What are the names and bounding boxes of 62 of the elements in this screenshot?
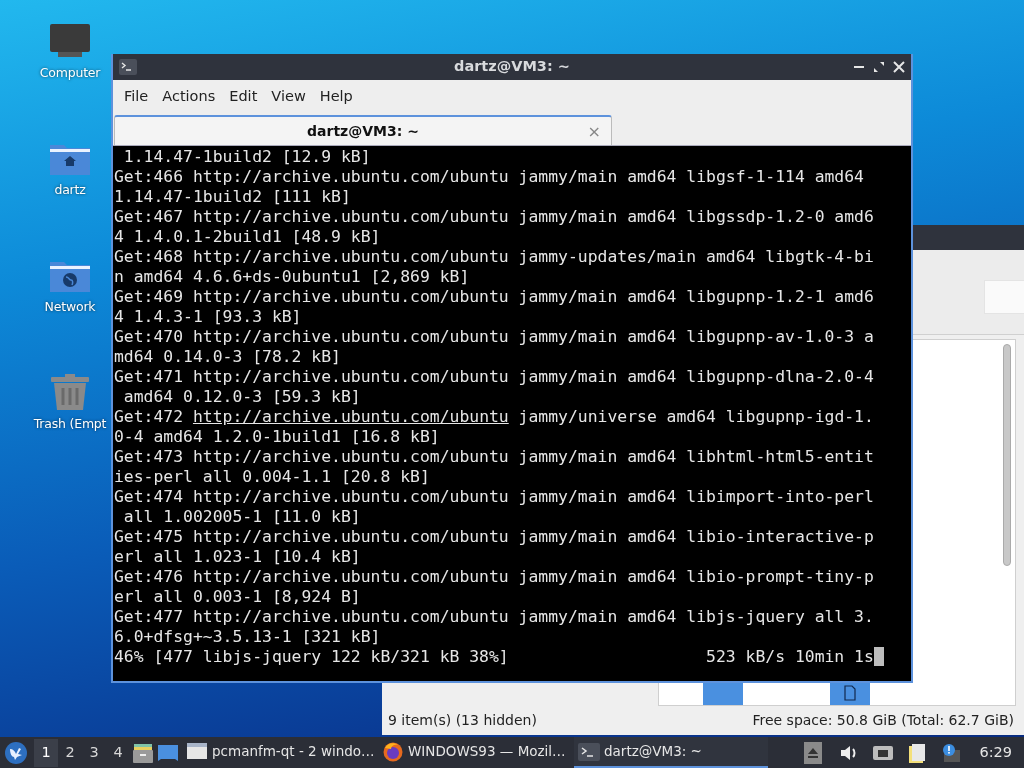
terminal-line: 0-4 amd64 1.2.0-1build1 [16.8 kB] bbox=[114, 427, 440, 447]
workspace-button[interactable]: 4 bbox=[106, 738, 130, 767]
terminal-icon bbox=[119, 59, 137, 75]
menu-item[interactable]: Edit bbox=[222, 83, 265, 110]
menu-item[interactable]: View bbox=[264, 83, 313, 110]
terminal-line: 4 1.4.3-1 [93.3 kB] bbox=[114, 307, 302, 327]
tab-label: dartz@VM3: ~ bbox=[307, 121, 419, 141]
terminal-line: md64 0.14.0-3 [78.2 kB] bbox=[114, 347, 341, 367]
terminal-line: n amd64 4.6.6+ds-0ubuntu1 [2,869 kB] bbox=[114, 267, 470, 287]
browser-icon bbox=[382, 740, 404, 763]
terminal-line: Get:475 http://archive.ubuntu.com/ubuntu jammy/main amd64 libio-interactive-p bbox=[114, 527, 874, 547]
scrollbar[interactable] bbox=[1003, 344, 1011, 566]
close-icon[interactable] bbox=[893, 61, 905, 73]
terminal-line: 4 1.4.0.1-2build1 [48.9 kB] bbox=[114, 227, 381, 247]
terminal-line: Get:474 http://archive.ubuntu.com/ubuntu jammy/main amd64 libimport-into-perl bbox=[114, 487, 874, 507]
terminal-line: all 1.002005-1 [11.0 kB] bbox=[122, 507, 361, 527]
terminal-line: Get:470 http://archive.ubuntu.com/ubuntu jammy/main amd64 libgupnp-av-1.0-3 a bbox=[114, 327, 874, 347]
computer-icon[interactable] bbox=[48, 22, 92, 60]
icon-label[interactable]: Network bbox=[44, 298, 96, 317]
file-cabinet-icon[interactable] bbox=[132, 741, 154, 764]
file-item[interactable] bbox=[830, 681, 870, 705]
terminal-line: Get:473 http://archive.ubuntu.com/ubuntu jammy/main amd64 libhtml-html5-entit bbox=[114, 447, 874, 467]
file-icon bbox=[844, 685, 856, 701]
tab[interactable]: dartz@VM3: ~ × bbox=[114, 115, 612, 145]
terminal-icon bbox=[578, 740, 600, 763]
start-menu-icon[interactable] bbox=[4, 740, 28, 765]
terminal-line: erl all 0.003-1 [8,924 B] bbox=[114, 587, 361, 607]
workspace-button[interactable]: 3 bbox=[82, 738, 106, 767]
terminal-line: 1.14.47-1build2 [12.9 kB] bbox=[122, 147, 371, 167]
clock[interactable]: 6:29 bbox=[969, 741, 1020, 764]
terminal-line: Get:469 http://archive.ubuntu.com/ubuntu jammy/main amd64 libgupnp-1.2-1 amd6 bbox=[114, 287, 874, 307]
free-space-text: Free space: 50.8 GiB (Total: 62.7 GiB) bbox=[752, 711, 1014, 730]
taskbar-button[interactable]: WINDOWS93 — Mozil… bbox=[378, 737, 572, 768]
workspace-button[interactable]: 2 bbox=[58, 738, 82, 767]
hovered-link[interactable]: http://archive.ubuntu.com/ubuntu bbox=[192, 407, 509, 426]
terminal-line: Get:477 http://archive.ubuntu.com/ubuntu jammy/main amd64 libjs-jquery all 3. bbox=[114, 607, 874, 627]
menu-item[interactable]: File bbox=[117, 83, 156, 110]
taskbar-button[interactable]: pcmanfm-qt - 2 windo… bbox=[182, 737, 376, 768]
terminal-line: Get:466 http://archive.ubuntu.com/ubuntu jammy/main amd64 libgsf-1-114 amd64 bbox=[114, 167, 864, 187]
text-cursor bbox=[873, 647, 884, 666]
terminal-text: Get:472 bbox=[114, 407, 185, 426]
menu-item[interactable]: Actions bbox=[155, 83, 223, 110]
menu-item[interactable]: Help bbox=[312, 83, 360, 110]
rate-text: 523 kB/s 10min 1s bbox=[706, 647, 874, 667]
terminal-line: Get:476 http://archive.ubuntu.com/ubuntu jammy/main amd64 libio-prompt-tiny-p bbox=[114, 567, 874, 587]
taskbar-button[interactable]: dartz@VM3: ~ bbox=[574, 737, 768, 768]
icon-label[interactable]: Trash (Empt bbox=[33, 415, 107, 434]
terminal-line: 6.0+dfsg+~3.5.13-1 [321 kB] bbox=[114, 627, 381, 647]
terminal-line: ies-perl all 0.004-1.1 [20.8 kB] bbox=[114, 467, 430, 487]
notification-icon[interactable] bbox=[940, 741, 963, 764]
workspace-button[interactable]: 1 bbox=[34, 738, 58, 767]
terminal-text: jammy/universe amd64 libgupnp-igd-1. bbox=[517, 407, 874, 426]
terminal-line: amd64 0.12.0-3 [59.3 kB] bbox=[122, 387, 361, 407]
window-title: dartz@VM3: ~ bbox=[454, 58, 570, 75]
terminal-line: erl all 1.023-1 [10.4 kB] bbox=[114, 547, 361, 567]
terminal-line: 1.14.47-1build2 [111 kB] bbox=[114, 187, 351, 207]
maximize-icon[interactable] bbox=[873, 61, 885, 73]
terminal-line: Get:467 http://archive.ubuntu.com/ubuntu jammy/main amd64 libgssdp-1.2-0 amd6 bbox=[114, 207, 874, 227]
progress-text: 46% [477 libjs-jquery 122 kB/321 kB 38%] bbox=[114, 647, 509, 667]
terminal-line: Get:471 http://archive.ubuntu.com/ubuntu jammy/main amd64 libgupnp-dlna-2.0-4 bbox=[114, 367, 874, 387]
status-text: 9 item(s) (13 hidden) bbox=[388, 711, 537, 730]
terminal-line: Get:468 http://archive.ubuntu.com/ubuntu jammy-updates/main amd64 libgtk-4-bi bbox=[114, 247, 874, 267]
